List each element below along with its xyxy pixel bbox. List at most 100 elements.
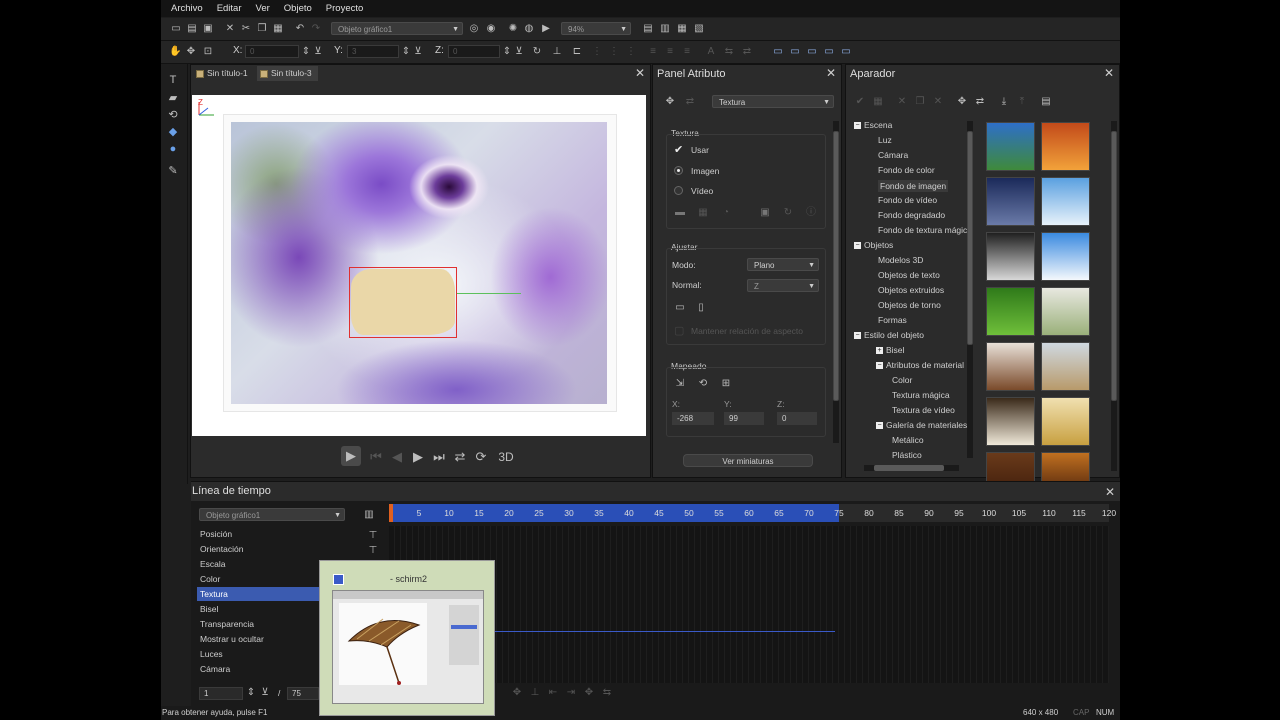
tree-item[interactable]: Textura de vídeo: [892, 405, 955, 415]
info-icon[interactable]: ⓘ: [805, 207, 817, 219]
scrollbar-thumb[interactable]: [874, 465, 944, 471]
text-icon[interactable]: A: [705, 46, 717, 58]
frame-stepper-icon[interactable]: ⇕: [245, 687, 257, 699]
next-frame-icon[interactable]: ▶: [410, 449, 426, 465]
background-thumbnail[interactable]: [1041, 397, 1090, 446]
add-icon[interactable]: ▦: [872, 96, 884, 108]
object-combo[interactable]: Objeto gráfico1 ▼: [331, 22, 463, 35]
next-key-icon[interactable]: ⇥: [565, 687, 577, 699]
background-thumbnail[interactable]: [986, 122, 1035, 171]
folder-icon[interactable]: ▬: [674, 207, 686, 219]
tree-scrollbar[interactable]: [967, 121, 973, 458]
mode-combo[interactable]: Plano ▼: [747, 258, 819, 271]
preview-icon[interactable]: ▶: [540, 23, 552, 35]
light-icon[interactable]: ✺: [507, 23, 519, 35]
export-icon[interactable]: ⤒: [1016, 96, 1028, 108]
playhead[interactable]: [389, 504, 393, 522]
add-key-icon[interactable]: ✥: [511, 687, 523, 699]
z-stepper-icon[interactable]: ⇕: [501, 46, 513, 58]
view-back-icon[interactable]: ▭: [823, 46, 835, 58]
z-input[interactable]: 0: [448, 45, 500, 58]
undo-icon[interactable]: ↶: [294, 23, 306, 35]
timeline-track[interactable]: Orientación: [197, 542, 319, 556]
keep-ratio-checkbox[interactable]: ▢: [674, 326, 684, 337]
edit-tool-icon[interactable]: ✎: [167, 165, 179, 177]
tree-item[interactable]: Fondo degradado: [878, 210, 945, 220]
import-icon[interactable]: ⤓: [998, 96, 1010, 108]
save-icon[interactable]: ▣: [202, 23, 214, 35]
play-icon[interactable]: ▶: [341, 446, 361, 466]
attribute-scrollbar[interactable]: [833, 121, 839, 443]
y-reset-icon[interactable]: ⊻: [412, 46, 424, 58]
tree-item[interactable]: Textura mágica: [892, 390, 950, 400]
view-front-icon[interactable]: ▭: [772, 46, 784, 58]
timeline-track[interactable]: Posición: [197, 527, 319, 541]
distribute-2-icon[interactable]: ⋮: [608, 46, 620, 58]
menu-objeto[interactable]: Objeto: [284, 3, 312, 14]
tree-item[interactable]: Cámara: [878, 150, 908, 160]
x-reset-icon[interactable]: ⊻: [312, 46, 324, 58]
menu-ver[interactable]: Ver: [256, 3, 270, 14]
remove-icon[interactable]: ✕: [932, 96, 944, 108]
tree-item[interactable]: Color: [892, 375, 912, 385]
thumbs-scrollbar[interactable]: [1111, 121, 1117, 471]
open-folder-icon[interactable]: ▤: [186, 23, 198, 35]
close-icon[interactable]: ✕: [1104, 66, 1114, 80]
cut-icon[interactable]: ✕: [224, 23, 236, 35]
timeline-track[interactable]: Bisel: [197, 602, 319, 616]
key-paste-icon[interactable]: ⇆: [601, 687, 613, 699]
view-3d-icon[interactable]: ▭: [840, 46, 852, 58]
tree-item[interactable]: Objetos de texto: [878, 270, 940, 280]
attribute-tool-2-icon[interactable]: ⇄: [684, 96, 696, 108]
timeline-track[interactable]: Escala: [197, 557, 319, 571]
model-tool-icon[interactable]: ●: [167, 143, 179, 155]
keyframe-pin-icon[interactable]: ⊤: [367, 545, 379, 557]
close-icon[interactable]: ✕: [635, 66, 645, 80]
normal-combo[interactable]: Z ▼: [747, 279, 819, 292]
background-thumbnail[interactable]: [986, 342, 1035, 391]
map-z-input[interactable]: 0: [777, 412, 817, 425]
timeline-track[interactable]: Color: [197, 572, 319, 586]
background-thumbnail[interactable]: [1041, 177, 1090, 226]
apply-2-icon[interactable]: ✥: [956, 96, 968, 108]
distribute-1-icon[interactable]: ⋮: [591, 46, 603, 58]
library-icon[interactable]: ▦: [697, 207, 709, 219]
frame-set-icon[interactable]: ⊻: [259, 687, 271, 699]
timeline-track[interactable]: Transparencia: [197, 617, 319, 631]
clip-icon[interactable]: ▣: [759, 207, 771, 219]
background-thumbnail[interactable]: [986, 177, 1035, 226]
z-reset-icon[interactable]: ⊻: [513, 46, 525, 58]
tree-expander-icon[interactable]: −: [876, 422, 883, 429]
keyframe-grid[interactable]: [389, 526, 1109, 683]
mapping-rotate-icon[interactable]: ⟲: [697, 378, 709, 390]
copy-icon[interactable]: ❐: [914, 96, 926, 108]
hand-icon[interactable]: ✋: [169, 46, 181, 58]
globe-icon[interactable]: ◎: [468, 23, 480, 35]
delete-icon[interactable]: ✕: [896, 96, 908, 108]
repeat-icon[interactable]: ⟳: [473, 449, 489, 465]
copy-icon[interactable]: ❐: [256, 23, 268, 35]
remove-key-icon[interactable]: ⊥: [529, 687, 541, 699]
video-radio[interactable]: [674, 186, 683, 195]
go-end-icon[interactable]: ⏭: [431, 449, 447, 465]
close-icon[interactable]: ✕: [826, 66, 836, 80]
background-thumbnail[interactable]: [1041, 122, 1090, 171]
anchor-icon[interactable]: ⊥: [551, 46, 563, 58]
apply-3-icon[interactable]: ⇄: [974, 96, 986, 108]
attribute-tool-icon[interactable]: ✥: [664, 96, 676, 108]
tree-item[interactable]: Galería de materiales: [886, 420, 967, 430]
lathe-tool-icon[interactable]: ⟲: [167, 109, 179, 121]
x-input[interactable]: 0: [245, 45, 299, 58]
close-icon[interactable]: ✕: [1105, 485, 1115, 499]
extrude-tool-icon[interactable]: ▰: [167, 92, 179, 104]
tab-document-3[interactable]: Sin título-3: [257, 66, 318, 81]
graphic-object[interactable]: [351, 269, 455, 335]
prev-frame-icon[interactable]: ◀: [389, 449, 405, 465]
scrollbar-thumb[interactable]: [833, 131, 839, 401]
paste-icon[interactable]: ▦: [272, 23, 284, 35]
image-radio[interactable]: [674, 166, 683, 175]
key-copy-icon[interactable]: ✥: [583, 687, 595, 699]
tree-item[interactable]: Luz: [878, 135, 892, 145]
timeline-track[interactable]: Mostrar u ocultar: [197, 632, 319, 646]
attribute-category-combo[interactable]: Textura ▼: [712, 95, 834, 108]
